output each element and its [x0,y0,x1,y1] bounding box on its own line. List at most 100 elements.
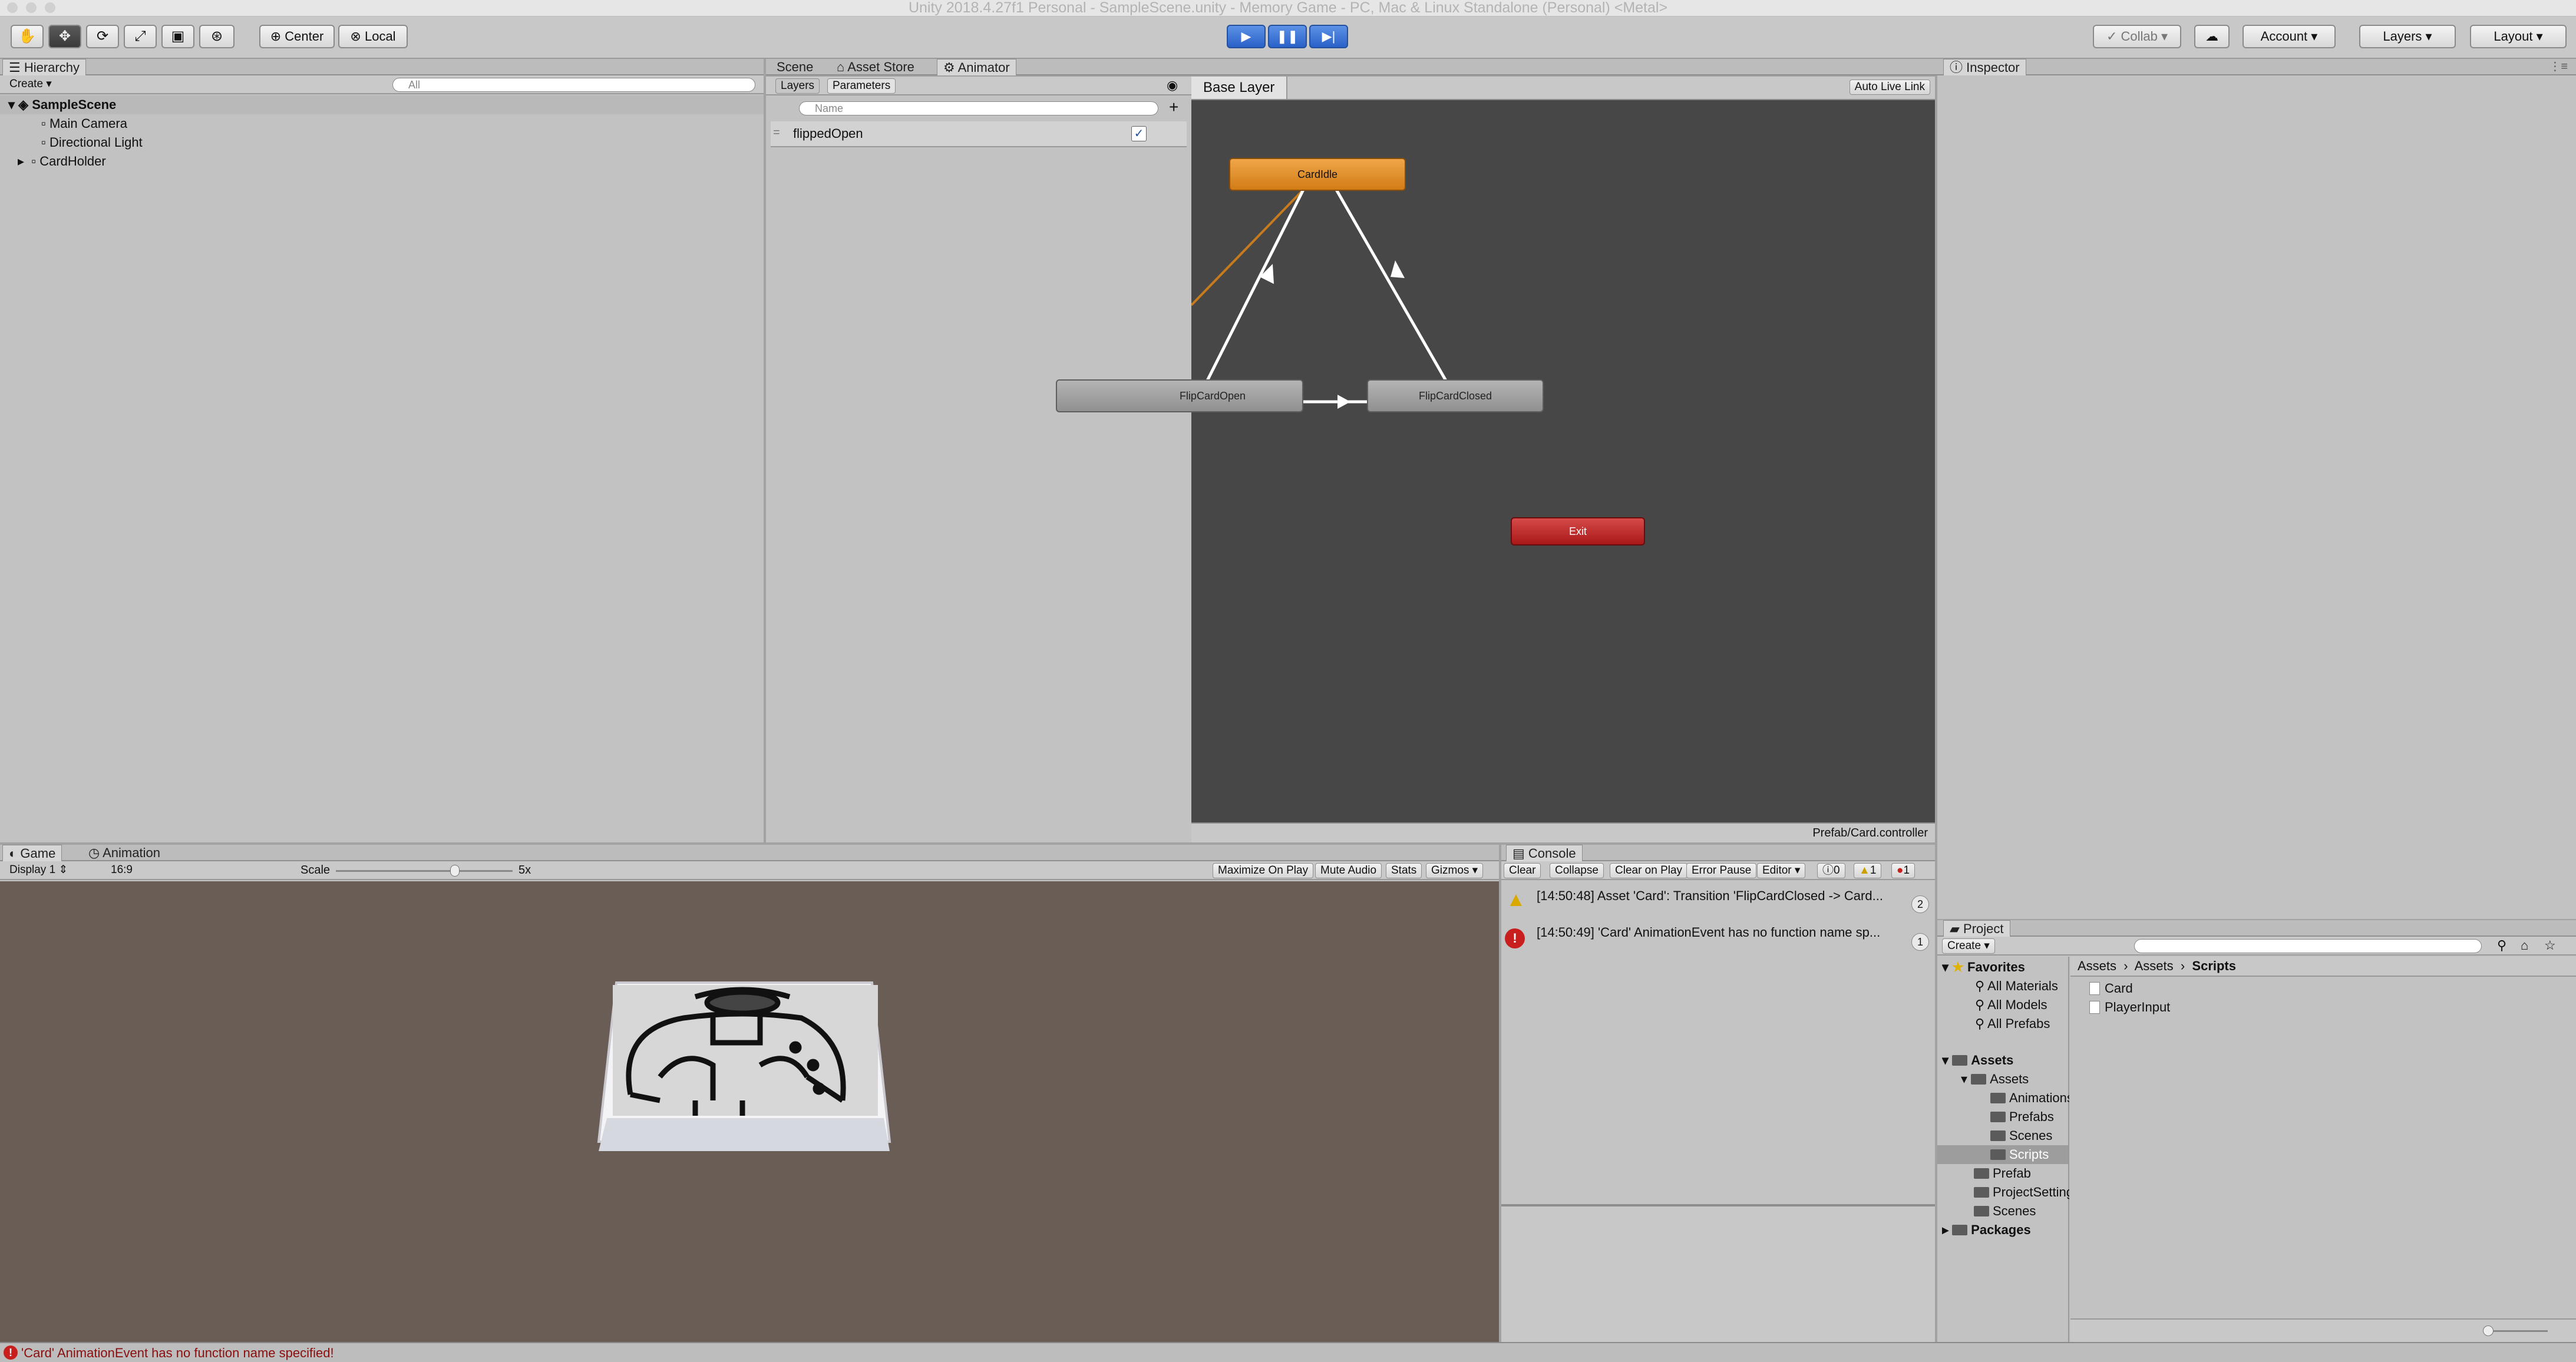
console-entry-warning[interactable]: ▲ [14:50:48] Asset 'Card': Transition 'F… [1501,887,1935,920]
parameter-checkbox[interactable]: ✓ [1131,126,1147,141]
console-panel: ▤ Console Clear Collapse Clear on Play E… [1501,845,1935,1342]
hierarchy-item-directional-light[interactable]: ▫ Directional Light [0,133,143,152]
scale-tool-button[interactable]: ⤢ [124,25,157,48]
folder-icon [1990,1112,2006,1122]
transition-closed-idle[interactable] [1335,189,1452,390]
collab-button[interactable]: ✓ Collab ▾ [2093,25,2181,48]
tree-favorite-item[interactable]: ⚲ All Models [1975,996,2069,1014]
tab-console[interactable]: ▤ Console [1506,845,1583,861]
scene-row[interactable]: ▾ ◈ SampleScene [0,95,764,114]
eye-icon[interactable]: ◉ [1167,78,1178,93]
main-toolbar: ✋ ✥ ⟳ ⤢ ▣ ⊛ ⊕ Center ⊗ Local ▶ ❚❚ ▶| ✓ C… [0,16,2576,59]
status-bar[interactable]: ! 'Card' AnimationEvent has no function … [0,1342,2576,1362]
star-icon[interactable]: ☆ [2544,938,2556,953]
layers-dropdown[interactable]: Layers ▾ [2359,25,2456,48]
account-dropdown[interactable]: Account ▾ [2243,25,2336,48]
icon-size-slider-thumb[interactable] [2483,1325,2494,1336]
game-viewport[interactable] [0,881,1499,1342]
tab-inspector[interactable]: ⓘ Inspector [1943,59,2026,75]
console-detail-area[interactable] [1501,1206,1935,1342]
display-dropdown[interactable]: Display 1 ⇕ [5,863,101,878]
drag-handle-icon[interactable]: = [773,126,780,140]
create-dropdown[interactable]: Create ▾ [1942,938,1995,954]
tab-parameters[interactable]: Parameters [827,78,896,94]
clear-on-play-button[interactable]: Clear on Play [1610,863,1688,878]
warning-filter-toggle[interactable]: ▲1 [1854,863,1882,878]
scale-slider-thumb[interactable] [450,865,460,877]
state-exit[interactable]: Exit [1511,517,1645,546]
project-search-input[interactable] [2134,939,2482,953]
animator-graph[interactable]: Base Layer Auto Live Link CardIdle FlipC… [1056,77,1935,842]
info-filter-toggle[interactable]: ⓘ0 [1817,863,1845,878]
tree-assets-root[interactable]: ▾ Assets [1942,1051,2013,1070]
filter-type-icon[interactable]: ⚲ [2497,938,2506,953]
tree-folder[interactable]: ▾ Assets [1961,1070,2029,1089]
rect-tool-button[interactable]: ▣ [161,25,194,48]
breadcrumb-item[interactable]: Assets [2078,958,2116,973]
tab-project[interactable]: ▰ Project [1943,920,2010,937]
scale-label: Scale [300,864,331,877]
stats-button[interactable]: Stats [1386,863,1422,878]
tree-folder[interactable]: Animations [1990,1089,2069,1108]
tab-scene[interactable]: Scene [771,59,819,75]
move-tool-button[interactable]: ✥ [48,25,81,48]
tree-folder[interactable]: Prefabs [1990,1108,2054,1126]
expand-arrow-icon[interactable]: ▸ [18,154,24,168]
layout-dropdown[interactable]: Layout ▾ [2470,25,2567,48]
transform-tool-button[interactable]: ⊛ [199,25,235,48]
hierarchy-item-main-camera[interactable]: ▫ Main Camera [0,114,127,133]
editor-dropdown[interactable]: Editor ▾ [1757,863,1806,878]
tab-animator[interactable]: ⚙ Animator [937,59,1016,75]
mute-audio-button[interactable]: Mute Audio [1315,863,1382,878]
state-card-idle[interactable]: CardIdle [1229,158,1406,191]
tree-favorite-item[interactable]: ⚲ All Materials [1975,977,2069,996]
panel-menu-icon[interactable]: ⋮≡ [2549,59,2568,74]
pause-button[interactable]: ❚❚ [1268,25,1307,48]
tab-asset-store[interactable]: ⌂ Asset Store [831,59,920,75]
rotate-tool-button[interactable]: ⟳ [86,25,119,48]
state-flip-card-open[interactable]: FlipCardOpen [1056,379,1303,412]
tree-favorites[interactable]: ▾ ★ Favorites [1942,958,2025,977]
tree-folder-selected[interactable]: Scripts [1937,1145,2068,1164]
error-pause-button[interactable]: Error Pause [1686,863,1757,878]
folder-icon [1974,1187,1989,1198]
pivot-center-button[interactable]: ⊕ Center [259,25,335,48]
tab-hierarchy[interactable]: ☰ Hierarchy [2,59,86,75]
parameter-name[interactable]: flippedOpen [793,126,863,141]
step-button[interactable]: ▶| [1309,25,1348,48]
console-entry-error[interactable]: ! [14:50:49] 'Card' AnimationEvent has n… [1501,924,1935,957]
transition-idle-open[interactable] [1201,189,1305,390]
hierarchy-item-cardholder[interactable]: ▸ ▫ CardHolder [0,152,106,171]
maximize-on-play-button[interactable]: Maximize On Play [1213,863,1314,878]
tab-layers[interactable]: Layers [775,78,820,94]
tree-folder[interactable]: Prefab [1974,1164,2031,1183]
parameter-row[interactable]: = flippedOpen ✓ [771,121,1187,147]
scale-slider[interactable] [336,870,513,872]
play-button[interactable]: ▶ [1227,25,1266,48]
pivot-local-button[interactable]: ⊗ Local [338,25,408,48]
hierarchy-search-input[interactable]: All [392,78,755,92]
create-dropdown[interactable]: Create ▾ [5,77,57,92]
aspect-dropdown[interactable]: 16:9 [106,863,296,878]
tree-packages[interactable]: ▸ Packages [1942,1221,2031,1239]
tree-folder[interactable]: Scenes [1974,1202,2036,1221]
tree-folder[interactable]: Scenes [1990,1126,2052,1145]
breadcrumb-item[interactable]: Assets [2135,958,2174,973]
tab-animation[interactable]: ◷ Animation [82,845,166,861]
filter-label-icon[interactable]: ⌂ [2521,938,2528,953]
breadcrumb-item-current[interactable]: Scripts [2192,958,2236,973]
collapse-button[interactable]: Collapse [1550,863,1604,878]
clear-button[interactable]: Clear [1504,863,1541,878]
tab-game[interactable]: ◐ Game [2,845,62,861]
project-file-playerinput[interactable]: PlayerInput [2089,998,2170,1017]
tree-folder[interactable]: ProjectSettings [1974,1183,2069,1202]
state-flip-card-closed[interactable]: FlipCardClosed [1367,379,1544,412]
tree-favorite-item[interactable]: ⚲ All Prefabs [1975,1014,2069,1033]
hand-tool-button[interactable]: ✋ [11,25,44,48]
error-filter-toggle[interactable]: ●1 [1891,863,1916,878]
add-parameter-button[interactable]: + [1169,99,1178,115]
parameter-search-input[interactable]: Name [799,101,1158,115]
cloud-button[interactable]: ☁ [2194,25,2230,48]
project-file-card[interactable]: Card [2089,979,2133,998]
gizmos-dropdown[interactable]: Gizmos ▾ [1426,863,1484,878]
